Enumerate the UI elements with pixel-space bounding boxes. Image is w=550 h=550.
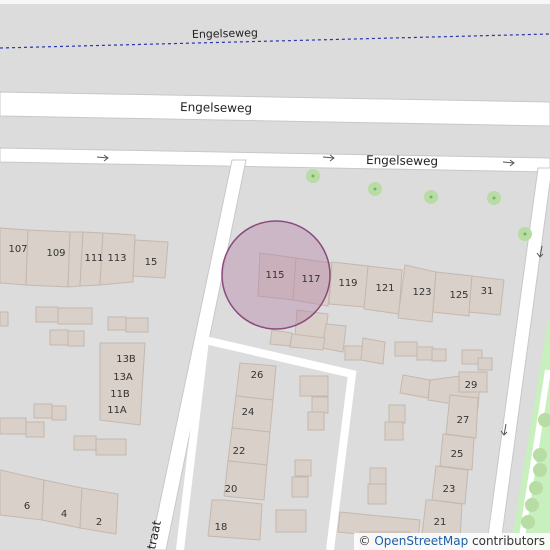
house-number: 26 bbox=[251, 370, 264, 381]
house-number: 22 bbox=[233, 446, 246, 457]
house-number: 121 bbox=[375, 283, 394, 294]
house-number: 107 bbox=[8, 244, 27, 255]
house-number: 119 bbox=[338, 278, 357, 289]
house-number: 6 bbox=[24, 501, 30, 512]
copyright-symbol: © bbox=[358, 534, 371, 548]
attribution-suffix: contributors bbox=[472, 534, 545, 548]
house-number: 113 bbox=[107, 253, 126, 264]
house-number: 27 bbox=[457, 415, 470, 426]
house-number: 2 bbox=[96, 517, 102, 528]
house-number: 123 bbox=[412, 287, 431, 298]
house-number: 111 bbox=[84, 253, 103, 264]
house-number: 11A bbox=[107, 405, 127, 416]
street-label-top: Engelseweg bbox=[192, 26, 258, 41]
street-label-main: Engelseweg bbox=[180, 100, 252, 115]
house-number: 13B bbox=[116, 354, 136, 365]
house-number: 125 bbox=[449, 290, 468, 301]
openstreetmap-link[interactable]: OpenStreetMap bbox=[374, 534, 468, 548]
house-number: 11B bbox=[110, 389, 130, 400]
house-number: 109 bbox=[46, 248, 65, 259]
map-view[interactable]: Engelseweg Engelseweg Engelseweg traat 1… bbox=[0, 0, 550, 550]
house-number: 25 bbox=[451, 449, 464, 460]
street-label-lower: Engelseweg bbox=[366, 153, 438, 168]
house-number: 31 bbox=[481, 286, 494, 297]
house-number: 21 bbox=[434, 517, 447, 528]
house-number: 20 bbox=[225, 484, 238, 495]
map-canvas[interactable]: Engelseweg Engelseweg Engelseweg traat 1… bbox=[0, 0, 550, 550]
house-number: 4 bbox=[61, 509, 67, 520]
house-number: 23 bbox=[443, 484, 456, 495]
house-number: 13A bbox=[113, 372, 133, 383]
house-number: 24 bbox=[242, 407, 255, 418]
house-number: 117 bbox=[301, 274, 320, 285]
house-number: 18 bbox=[215, 522, 228, 533]
house-number: 29 bbox=[465, 380, 478, 391]
road-top-edge bbox=[0, 0, 550, 4]
house-number: 115 bbox=[265, 270, 284, 281]
map-attribution: © OpenStreetMap contributors bbox=[353, 533, 550, 550]
house-number: 15 bbox=[145, 257, 158, 268]
